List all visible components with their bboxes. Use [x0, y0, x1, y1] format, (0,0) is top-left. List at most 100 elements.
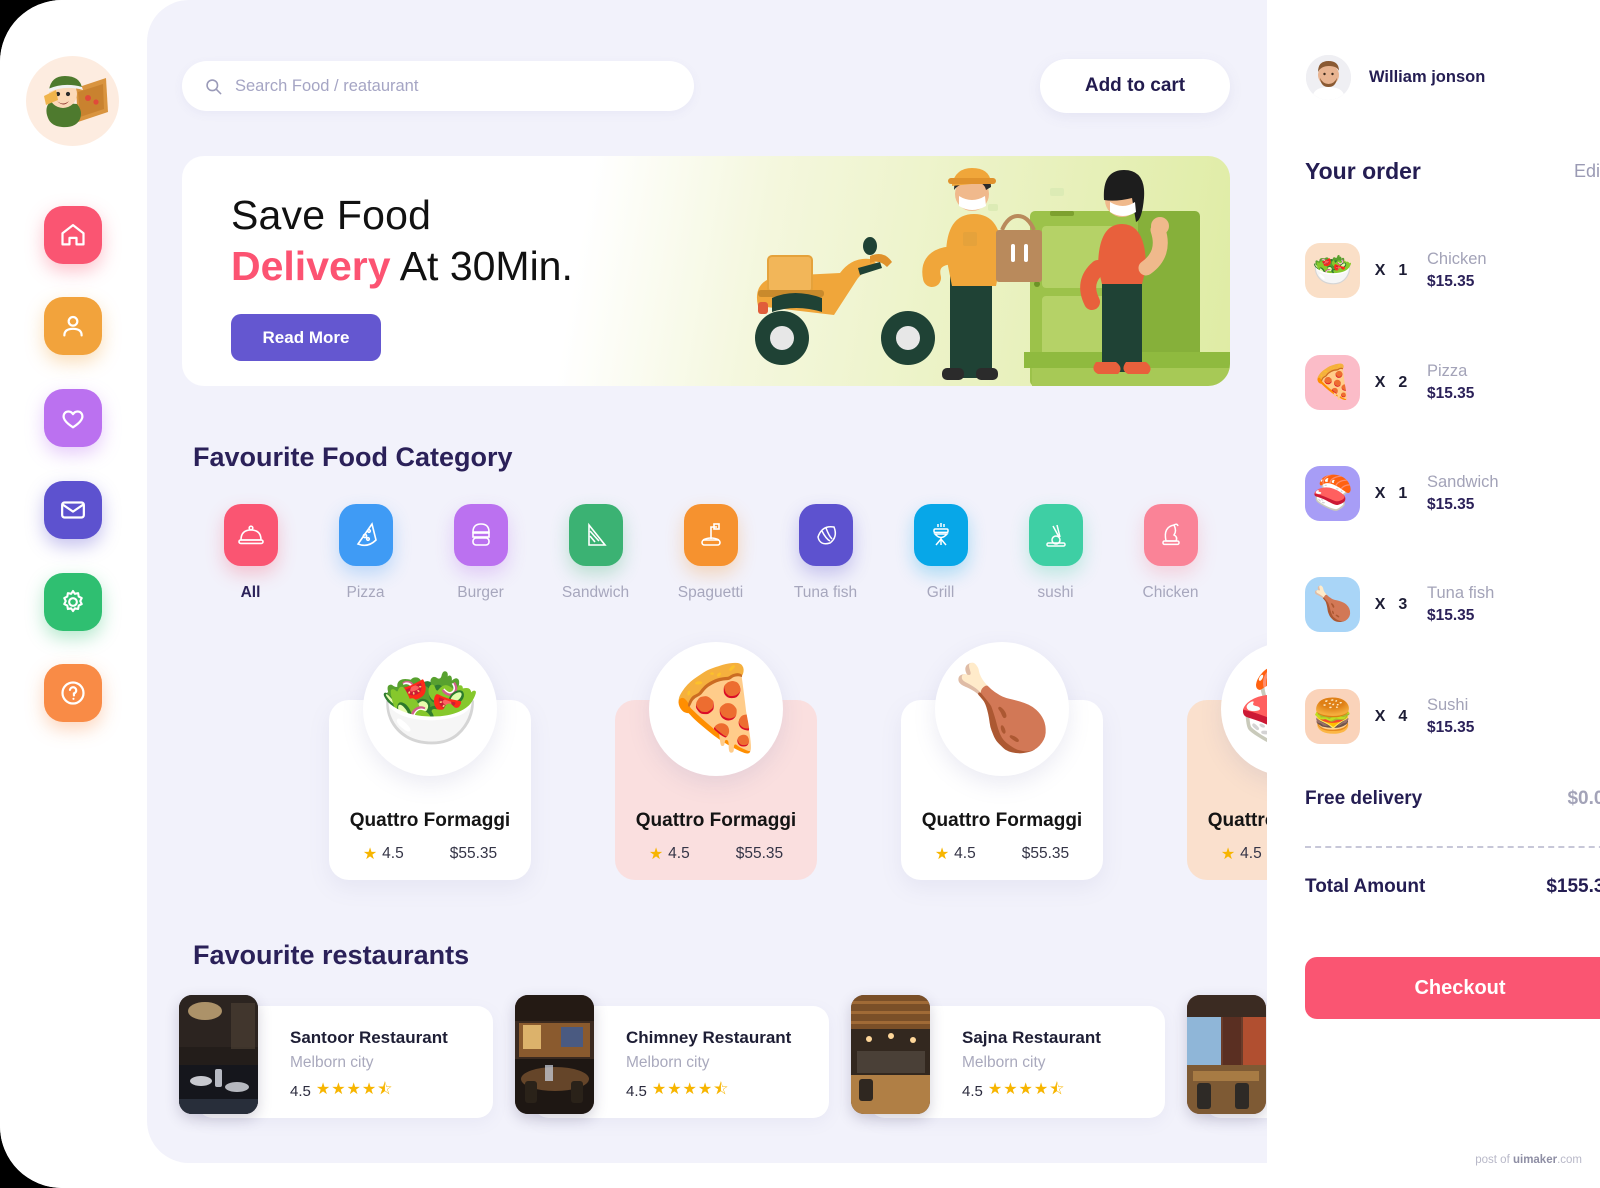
category-label: All [240, 584, 261, 601]
food-card[interactable]: 🥗 Quattro Formaggi ★ 4.5 $55.35 [329, 642, 531, 880]
order-item[interactable]: 🍗 X3 Tuna fish $15.35 [1305, 577, 1600, 632]
food-image-chicken: 🍗 [935, 642, 1069, 776]
watermark-brand: uimaker [1512, 1154, 1558, 1166]
order-item-price: $15.35 [1427, 385, 1475, 402]
food-image-salad: 🥗 [363, 642, 497, 776]
restaurant-thumbnail [851, 995, 930, 1114]
qty-multiplier: X [1374, 707, 1386, 725]
order-item[interactable]: 🍣 X1 Sandwich $15.35 [1305, 466, 1600, 521]
order-item-name: Pizza [1427, 362, 1468, 380]
main-content-panel: Add to cart [147, 0, 1267, 1163]
food-category-title: Favourite Food Category [193, 442, 513, 472]
user-profile-row[interactable]: William jonson [1306, 55, 1485, 100]
restaurant-name: Chimney Restaurant [626, 1028, 792, 1047]
food-emoji: 🥗 [378, 663, 482, 754]
food-price: $55.35 [449, 845, 498, 862]
user-name: William jonson [1369, 68, 1486, 86]
restaurant-card[interactable]: Santoor Restaurant Melborn city 4.5 ★★★★… [179, 995, 493, 1118]
sidebar-item-help[interactable] [44, 664, 102, 722]
order-item[interactable]: 🥗 X1 Chicken $15.35 [1305, 243, 1600, 298]
sidebar-item-settings[interactable] [44, 573, 102, 631]
category-spaguetti[interactable]: Spaguetti [653, 504, 768, 602]
gear-icon [63, 589, 83, 613]
food-card[interactable]: 🍕 Quattro Formaggi ★ 4.5 $55.35 [615, 642, 817, 880]
qty-multiplier: X [1374, 261, 1386, 279]
category-sushi[interactable]: sushi [998, 504, 1113, 602]
restaurant-card[interactable]: Co Me 4.5 [1187, 995, 1267, 1118]
restaurant-city: Melborn city [626, 1054, 710, 1071]
order-item-emoji: 🍕 [1311, 363, 1354, 400]
food-name: Quattro Formaggi [635, 810, 797, 831]
star-icon: ★ [934, 846, 950, 863]
category-label: Chicken [1142, 584, 1199, 601]
order-item-name: Chicken [1427, 250, 1487, 268]
food-rating: ★ 4.5 [649, 844, 690, 864]
pizza-delivery-mascot-logo-icon [43, 76, 108, 128]
category-sandwich[interactable]: Sandwich [538, 504, 653, 602]
watermark: post of uimaker.com [1475, 1154, 1582, 1166]
order-edit-button[interactable]: Edit [1574, 161, 1600, 182]
category-label: Burger [457, 584, 504, 601]
envelope-icon [61, 501, 85, 519]
grill-icon [932, 523, 949, 546]
restaurant-city: Melborn city [290, 1054, 374, 1071]
order-item-price: $15.35 [1427, 719, 1475, 736]
star-rating-icons: ★★★★⯪ [987, 1081, 1066, 1098]
order-item-thumbnail: 🍣 [1305, 466, 1360, 521]
order-item-quantity: X4 [1360, 708, 1422, 726]
qty-value: 3 [1398, 595, 1408, 613]
food-price: $55.35 [735, 845, 784, 862]
food-price: $55.35 [1021, 845, 1070, 862]
food-emoji: 🍕 [664, 663, 768, 754]
checkout-button[interactable]: Checkout [1305, 957, 1600, 1019]
search-bar[interactable] [182, 61, 694, 111]
sidebar-item-profile[interactable] [44, 297, 102, 355]
category-all[interactable]: All [193, 504, 308, 602]
star-rating-icons: ★★★★⯪ [651, 1081, 730, 1098]
banner-accent-word: Delivery [231, 243, 391, 289]
food-name: Quattro Formaggi [349, 810, 511, 831]
food-card[interactable]: 🍗 Quattro Formaggi ★ 4.5 $55.35 [901, 642, 1103, 880]
order-item[interactable]: 🍔 X4 Sushi $15.35 [1305, 689, 1600, 744]
star-icon: ★ [1220, 846, 1236, 863]
chicken-icon [1161, 523, 1180, 546]
sushi-icon [1045, 524, 1066, 547]
category-tuna-fish[interactable]: Tuna fish [768, 504, 883, 602]
restaurant-card[interactable]: Sajna Restaurant Melborn city 4.5 ★★★★⯪ [851, 995, 1165, 1118]
restaurant-name: Sajna Restaurant [962, 1028, 1101, 1047]
star-icon: ★ [362, 846, 378, 863]
sidebar-item-home[interactable] [44, 206, 102, 264]
sandwich-icon [587, 522, 607, 546]
category-chicken[interactable]: Chicken [1113, 504, 1228, 602]
add-to-cart-button[interactable]: Add to cart [1040, 59, 1230, 113]
food-category-list: All Pizza Burger Sandwich Spaguetti Tuna… [193, 504, 1233, 602]
sidebar-item-messages[interactable] [44, 481, 102, 539]
order-item-emoji: 🍣 [1311, 474, 1354, 511]
food-emoji: 🍣 [1237, 668, 1267, 750]
order-item-thumbnail: 🍕 [1305, 355, 1360, 410]
food-rating: ★ 4.5 [363, 844, 404, 864]
category-pizza[interactable]: Pizza [308, 504, 423, 602]
food-card[interactable]: 🍣 Quattro Formaggi ★4.5 $55.35 [1187, 642, 1267, 880]
search-input[interactable] [235, 76, 672, 96]
read-more-button[interactable]: Read More [231, 314, 381, 361]
order-item-price: $15.35 [1427, 273, 1475, 290]
order-item-price: $15.35 [1427, 496, 1475, 513]
restaurant-card[interactable]: Chimney Restaurant Melborn city 4.5 ★★★★… [515, 995, 829, 1118]
food-card-list: 🥗 Quattro Formaggi ★ 4.5 $55.35 🍕 Quattro… [329, 642, 1267, 880]
order-item-emoji: 🍔 [1311, 697, 1354, 734]
qty-multiplier: X [1374, 595, 1386, 613]
order-item-thumbnail: 🍗 [1305, 577, 1360, 632]
category-grill[interactable]: Grill [883, 504, 998, 602]
sidebar-item-favourites[interactable] [44, 389, 102, 447]
category-burger[interactable]: Burger [423, 504, 538, 602]
category-label: Sandwich [561, 584, 630, 601]
food-rating: ★ 4.5 [935, 844, 976, 864]
order-item-thumbnail: 🥗 [1305, 243, 1360, 298]
category-label: Tuna fish [793, 584, 858, 601]
order-item-name: Sushi [1427, 696, 1469, 714]
order-item-quantity: X3 [1360, 596, 1422, 614]
restaurant-city: Melborn city [962, 1054, 1046, 1071]
restaurant-thumbnail [179, 995, 258, 1114]
order-item[interactable]: 🍕 X2 Pizza $15.35 [1305, 355, 1600, 410]
